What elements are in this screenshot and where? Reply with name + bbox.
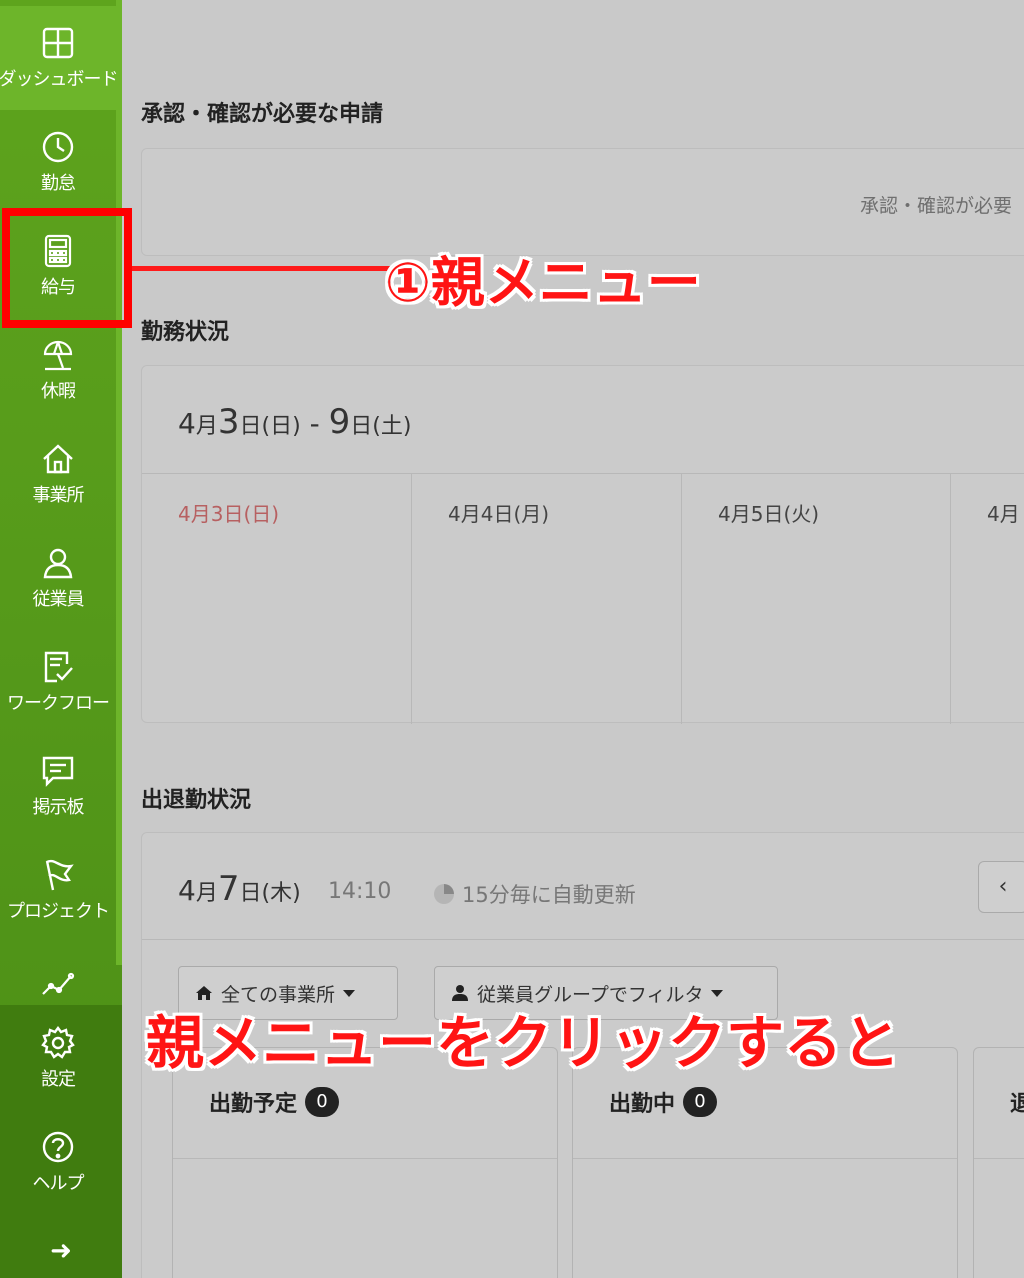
stat-card-scheduled[interactable]: 出勤予定 0 [172, 1047, 558, 1278]
expand-sidebar-arrow-icon[interactable]: ➜ [44, 1238, 78, 1264]
message-icon [40, 753, 76, 789]
attendance-title: 出退勤状況 [141, 788, 252, 813]
main-content: 承認・確認が必要な申請 承認・確認が必要 勤務状況 4月3日(日) - 9日(土… [122, 0, 1024, 1278]
gear-icon [40, 1025, 76, 1061]
chart-line-icon [40, 968, 76, 1002]
day-column[interactable]: 4月 [951, 474, 1024, 724]
sidebar-item-settings[interactable]: 設定 [0, 1006, 116, 1110]
checklist-icon [40, 649, 76, 685]
week-range: 4月3日(日) - 9日(土) [178, 402, 412, 442]
auto-refresh-indicator: 15分毎に自動更新 [434, 879, 636, 909]
sidebar-item-dashboard[interactable]: ダッシュボード [0, 6, 119, 110]
sidebar: ダッシュボード 勤怠 給与 休暇 事業所 従業員 ワークフロー 掲示板 プロジェ… [0, 0, 122, 1278]
sidebar-item-attendance[interactable]: 勤怠 [0, 110, 116, 214]
count-badge: 0 [683, 1087, 718, 1117]
stat-divider [573, 1158, 957, 1159]
day-column[interactable]: 4月3日(日) [142, 474, 412, 724]
sidebar-item-office[interactable]: 事業所 [0, 422, 116, 526]
home-icon [40, 441, 76, 477]
refresh-timer-icon [434, 884, 454, 904]
help-icon [40, 1129, 76, 1165]
beach-umbrella-icon [40, 337, 76, 373]
callout-line [132, 266, 390, 271]
day-column[interactable]: 4月5日(火) [682, 474, 951, 724]
annotation-step1: ①親メニュー [385, 251, 701, 314]
clock-icon [40, 129, 76, 165]
stat-divider [173, 1158, 557, 1159]
attendance-divider [142, 939, 1024, 940]
sidebar-item-analytics[interactable] [0, 942, 116, 1002]
day-column[interactable]: 4月4日(月) [412, 474, 682, 724]
person-icon [40, 545, 76, 581]
flag-icon [40, 857, 76, 893]
stat-divider [974, 1158, 1024, 1159]
sidebar-item-help[interactable]: ヘルプ [0, 1110, 116, 1214]
sidebar-item-bulletin-board[interactable]: 掲示板 [0, 734, 116, 838]
count-badge: 0 [305, 1087, 340, 1117]
highlight-box [2, 208, 132, 328]
attendance-time: 14:10 [328, 879, 392, 904]
sidebar-item-workflow[interactable]: ワークフロー [0, 630, 116, 734]
sidebar-item-leave[interactable]: 休暇 [0, 318, 116, 422]
attendance-date: 4月7日(木) [178, 869, 301, 909]
approvals-title: 承認・確認が必要な申請 [141, 102, 384, 127]
approvals-empty-text: 承認・確認が必要 [860, 195, 1013, 217]
work-status-card: 4月3日(日) - 9日(土) 4月3日(日) 4月4日(月) 4月5日(火) … [141, 365, 1024, 724]
sidebar-item-project[interactable]: プロジェクト [0, 838, 116, 942]
stat-card-working[interactable]: 出勤中 0 [572, 1047, 958, 1278]
prev-day-button[interactable]: ‹ [978, 861, 1024, 913]
dashboard-icon [40, 25, 76, 61]
work-status-title: 勤務状況 [141, 320, 230, 345]
sidebar-item-employees[interactable]: 従業員 [0, 526, 116, 630]
stat-card-left[interactable]: 退 [973, 1047, 1024, 1278]
annotation-step1-note: 親メニューをクリックすると [146, 1009, 901, 1077]
